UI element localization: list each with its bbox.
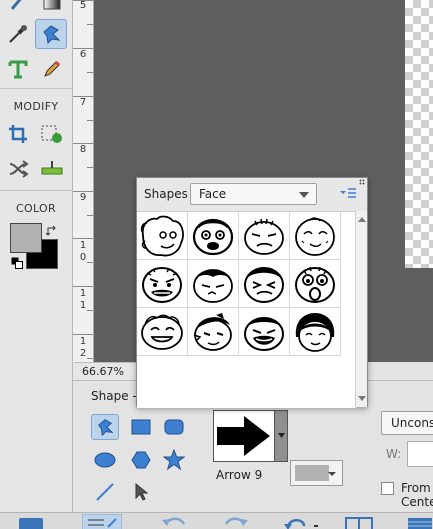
foreground-color-swatch[interactable] [10,223,42,253]
shape-color-picker[interactable] [290,460,343,486]
type-tool-icon[interactable] [2,54,34,84]
shape-selection-button[interactable] [127,479,155,505]
grid-empty-area [137,356,356,408]
shape-face-8[interactable] [290,260,341,308]
scroll-down-arrow-icon[interactable] [358,396,366,401]
organizer-icon[interactable] [407,514,433,529]
ruler-number: 6 [79,49,87,60]
recompose-tool-icon[interactable] [36,119,68,149]
custom-shape-tool-icon[interactable] [35,19,67,49]
tool-options-icon[interactable] [81,513,123,529]
shape-face-3[interactable] [239,212,290,260]
arrow-shape-icon [217,416,270,456]
rectangle-shape-button[interactable] [127,414,155,440]
ruler-number: 5 [79,0,87,11]
undo-icon[interactable] [160,514,188,529]
shape-options-column: Unconstrained W: From Center [373,381,433,513]
pencil-tool-icon[interactable] [36,54,68,84]
shapes-label: Shapes [144,187,188,201]
polygon-shape-button[interactable] [127,447,155,473]
crop-tool-icon[interactable] [2,119,34,149]
redo-icon[interactable] [222,514,250,529]
modify-section-title: MODIFY [13,100,59,113]
ruler-number: 8 [79,144,87,155]
shape-face-1[interactable] [137,212,188,260]
vertical-ruler: 5 6 7 8 9 10 11 12 [73,0,94,362]
from-center-label: From Center [401,481,433,509]
shape-face-4[interactable] [290,212,341,260]
custom-shape-dropdown-button[interactable] [274,411,287,461]
shape-face-5[interactable] [137,260,188,308]
shape-color-swatch [295,465,329,481]
ruler-number: 7 [79,97,87,108]
layout-icon[interactable] [345,514,373,529]
width-label: W: [386,447,402,461]
shape-picker-popup: Shapes Face [136,177,368,408]
shape-label: Shape - [91,389,137,403]
shape-face-9[interactable] [137,308,188,356]
shape-face-2[interactable] [188,212,239,260]
rounded-rectangle-shape-button[interactable] [160,414,188,440]
straighten-tool-icon[interactable] [36,154,68,184]
shape-grid [137,211,356,408]
gradient-tool-icon[interactable] [36,0,68,16]
shape-category-dropdown[interactable]: Face [190,183,317,205]
shape-face-7[interactable] [239,260,290,308]
shape-face-12[interactable] [290,308,341,356]
resize-grip[interactable] [359,179,365,185]
shape-category-value: Face [199,187,227,201]
custom-shape-button[interactable] [91,414,119,440]
shape-face-6[interactable] [188,260,239,308]
photo-bin-icon[interactable] [18,514,44,529]
default-colors-icon[interactable] [11,257,23,272]
brush-tool-icon[interactable] [2,0,34,16]
content-aware-move-icon[interactable] [2,154,34,184]
transparent-document[interactable] [405,0,433,268]
bottom-taskbar [0,512,433,529]
from-center-checkbox[interactable] [381,482,394,495]
custom-shape-picker[interactable] [213,410,288,462]
custom-shape-name: Arrow 9 [216,468,263,482]
width-input[interactable] [407,441,433,467]
star-shape-button[interactable] [160,447,188,473]
constrain-dropdown[interactable]: Unconstrained [381,411,433,435]
panel-menu-icon[interactable] [339,186,357,200]
ruler-number: 10 [79,240,87,263]
shape-face-10[interactable] [188,308,239,356]
eyedropper-tool-icon[interactable] [2,19,34,49]
ellipse-shape-button[interactable] [91,447,119,473]
zoom-level[interactable]: 66.67% [74,362,136,380]
scroll-up-arrow-icon[interactable] [358,217,366,222]
chevron-down-icon [299,192,309,198]
shape-grid-scrollbar[interactable] [355,211,367,407]
line-shape-button[interactable] [91,479,119,505]
ruler-number: 12 [79,336,87,359]
ruler-number: 9 [79,192,87,203]
shape-face-11[interactable] [239,308,290,356]
ruler-number: 11 [79,288,87,311]
color-section-title: COLOR [16,202,56,215]
rotate-icon[interactable] [282,514,322,529]
swap-colors-icon[interactable] [45,224,59,241]
toolbox: MODIFY COLOR [0,0,73,512]
